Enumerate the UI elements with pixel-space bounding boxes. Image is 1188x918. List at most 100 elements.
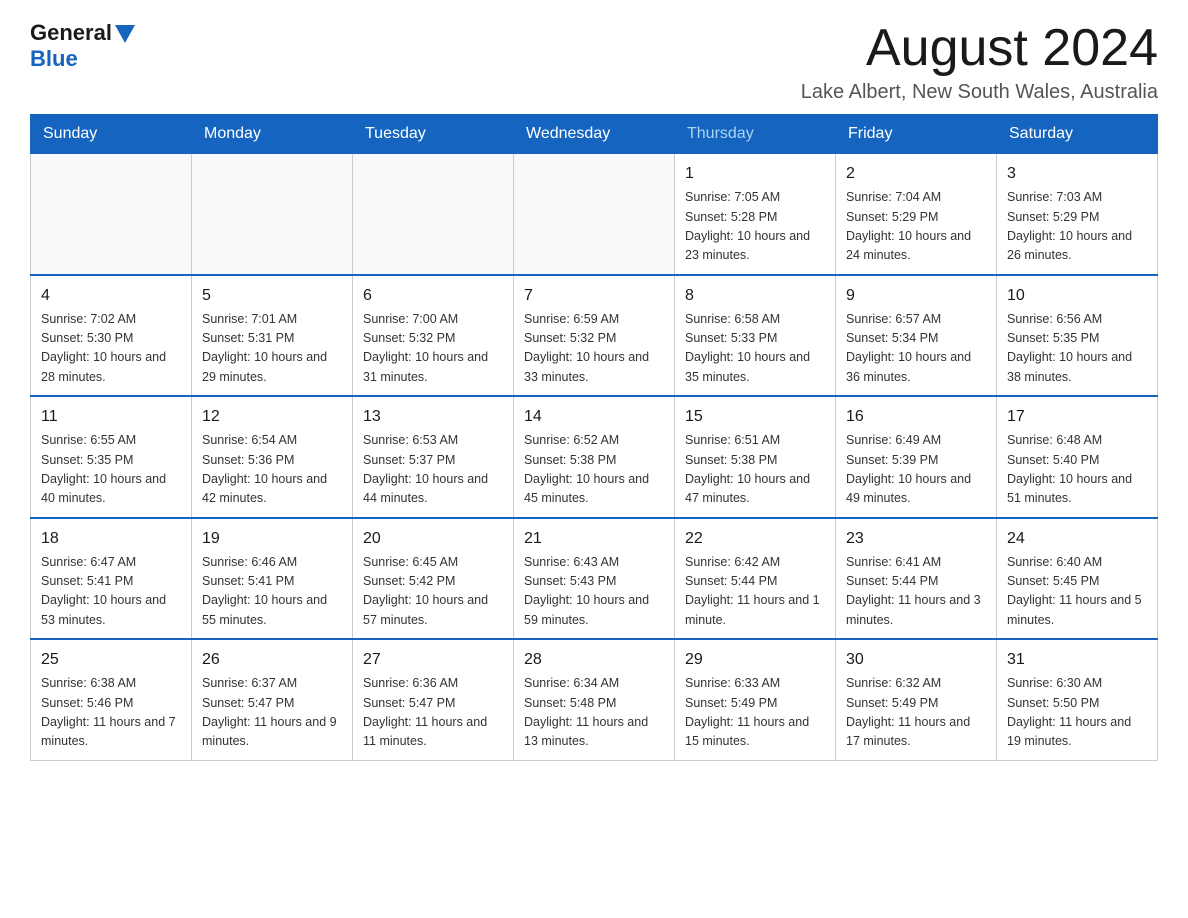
- calendar-table: SundayMondayTuesdayWednesdayThursdayFrid…: [30, 114, 1158, 761]
- calendar-cell: 13Sunrise: 6:53 AM Sunset: 5:37 PM Dayli…: [353, 396, 514, 518]
- day-number: 13: [363, 405, 503, 429]
- weekday-header-tuesday: Tuesday: [353, 115, 514, 154]
- calendar-cell: 26Sunrise: 6:37 AM Sunset: 5:47 PM Dayli…: [192, 639, 353, 760]
- day-number: 24: [1007, 527, 1147, 551]
- calendar-cell: 20Sunrise: 6:45 AM Sunset: 5:42 PM Dayli…: [353, 518, 514, 640]
- day-number: 6: [363, 284, 503, 308]
- calendar-cell: 12Sunrise: 6:54 AM Sunset: 5:36 PM Dayli…: [192, 396, 353, 518]
- day-number: 8: [685, 284, 825, 308]
- calendar-week-3: 11Sunrise: 6:55 AM Sunset: 5:35 PM Dayli…: [31, 396, 1158, 518]
- calendar-cell: 6Sunrise: 7:00 AM Sunset: 5:32 PM Daylig…: [353, 275, 514, 397]
- day-info: Sunrise: 6:53 AM Sunset: 5:37 PM Dayligh…: [363, 431, 503, 509]
- calendar-cell: 9Sunrise: 6:57 AM Sunset: 5:34 PM Daylig…: [836, 275, 997, 397]
- day-number: 26: [202, 648, 342, 672]
- day-info: Sunrise: 6:56 AM Sunset: 5:35 PM Dayligh…: [1007, 310, 1147, 388]
- day-number: 3: [1007, 162, 1147, 186]
- day-info: Sunrise: 7:02 AM Sunset: 5:30 PM Dayligh…: [41, 310, 181, 388]
- weekday-header-row: SundayMondayTuesdayWednesdayThursdayFrid…: [31, 115, 1158, 154]
- day-info: Sunrise: 6:51 AM Sunset: 5:38 PM Dayligh…: [685, 431, 825, 509]
- month-year-title: August 2024: [801, 20, 1158, 77]
- day-number: 20: [363, 527, 503, 551]
- calendar-cell: 19Sunrise: 6:46 AM Sunset: 5:41 PM Dayli…: [192, 518, 353, 640]
- day-info: Sunrise: 6:36 AM Sunset: 5:47 PM Dayligh…: [363, 674, 503, 752]
- calendar-cell: [514, 154, 675, 275]
- day-info: Sunrise: 6:55 AM Sunset: 5:35 PM Dayligh…: [41, 431, 181, 509]
- day-info: Sunrise: 6:43 AM Sunset: 5:43 PM Dayligh…: [524, 553, 664, 631]
- day-info: Sunrise: 7:04 AM Sunset: 5:29 PM Dayligh…: [846, 188, 986, 266]
- location-subtitle: Lake Albert, New South Wales, Australia: [801, 81, 1158, 104]
- day-info: Sunrise: 6:41 AM Sunset: 5:44 PM Dayligh…: [846, 553, 986, 631]
- logo-blue-word: Blue: [30, 46, 78, 72]
- title-section: August 2024 Lake Albert, New South Wales…: [801, 20, 1158, 104]
- day-number: 25: [41, 648, 181, 672]
- calendar-cell: 17Sunrise: 6:48 AM Sunset: 5:40 PM Dayli…: [997, 396, 1158, 518]
- calendar-cell: 16Sunrise: 6:49 AM Sunset: 5:39 PM Dayli…: [836, 396, 997, 518]
- day-number: 10: [1007, 284, 1147, 308]
- day-number: 5: [202, 284, 342, 308]
- day-info: Sunrise: 6:46 AM Sunset: 5:41 PM Dayligh…: [202, 553, 342, 631]
- day-number: 12: [202, 405, 342, 429]
- logo: General Blue: [30, 20, 135, 72]
- calendar-cell: 23Sunrise: 6:41 AM Sunset: 5:44 PM Dayli…: [836, 518, 997, 640]
- calendar-cell: 31Sunrise: 6:30 AM Sunset: 5:50 PM Dayli…: [997, 639, 1158, 760]
- calendar-cell: [31, 154, 192, 275]
- day-info: Sunrise: 6:59 AM Sunset: 5:32 PM Dayligh…: [524, 310, 664, 388]
- day-number: 29: [685, 648, 825, 672]
- calendar-cell: 10Sunrise: 6:56 AM Sunset: 5:35 PM Dayli…: [997, 275, 1158, 397]
- calendar-cell: 15Sunrise: 6:51 AM Sunset: 5:38 PM Dayli…: [675, 396, 836, 518]
- weekday-header-wednesday: Wednesday: [514, 115, 675, 154]
- calendar-cell: 1Sunrise: 7:05 AM Sunset: 5:28 PM Daylig…: [675, 154, 836, 275]
- calendar-cell: 8Sunrise: 6:58 AM Sunset: 5:33 PM Daylig…: [675, 275, 836, 397]
- day-number: 16: [846, 405, 986, 429]
- day-info: Sunrise: 6:45 AM Sunset: 5:42 PM Dayligh…: [363, 553, 503, 631]
- day-info: Sunrise: 6:42 AM Sunset: 5:44 PM Dayligh…: [685, 553, 825, 631]
- day-info: Sunrise: 6:40 AM Sunset: 5:45 PM Dayligh…: [1007, 553, 1147, 631]
- calendar-cell: [192, 154, 353, 275]
- calendar-cell: 3Sunrise: 7:03 AM Sunset: 5:29 PM Daylig…: [997, 154, 1158, 275]
- day-number: 23: [846, 527, 986, 551]
- day-info: Sunrise: 6:58 AM Sunset: 5:33 PM Dayligh…: [685, 310, 825, 388]
- day-info: Sunrise: 6:49 AM Sunset: 5:39 PM Dayligh…: [846, 431, 986, 509]
- calendar-cell: 14Sunrise: 6:52 AM Sunset: 5:38 PM Dayli…: [514, 396, 675, 518]
- day-info: Sunrise: 7:03 AM Sunset: 5:29 PM Dayligh…: [1007, 188, 1147, 266]
- day-info: Sunrise: 6:38 AM Sunset: 5:46 PM Dayligh…: [41, 674, 181, 752]
- day-number: 9: [846, 284, 986, 308]
- calendar-cell: 27Sunrise: 6:36 AM Sunset: 5:47 PM Dayli…: [353, 639, 514, 760]
- day-number: 17: [1007, 405, 1147, 429]
- calendar-cell: 25Sunrise: 6:38 AM Sunset: 5:46 PM Dayli…: [31, 639, 192, 760]
- logo-general-text: General: [30, 20, 135, 46]
- day-info: Sunrise: 6:54 AM Sunset: 5:36 PM Dayligh…: [202, 431, 342, 509]
- page-header: General Blue August 2024 Lake Albert, Ne…: [30, 20, 1158, 104]
- calendar-cell: 2Sunrise: 7:04 AM Sunset: 5:29 PM Daylig…: [836, 154, 997, 275]
- calendar-cell: 5Sunrise: 7:01 AM Sunset: 5:31 PM Daylig…: [192, 275, 353, 397]
- day-info: Sunrise: 6:34 AM Sunset: 5:48 PM Dayligh…: [524, 674, 664, 752]
- day-number: 31: [1007, 648, 1147, 672]
- day-number: 2: [846, 162, 986, 186]
- day-info: Sunrise: 7:01 AM Sunset: 5:31 PM Dayligh…: [202, 310, 342, 388]
- day-info: Sunrise: 7:05 AM Sunset: 5:28 PM Dayligh…: [685, 188, 825, 266]
- day-number: 27: [363, 648, 503, 672]
- day-info: Sunrise: 6:48 AM Sunset: 5:40 PM Dayligh…: [1007, 431, 1147, 509]
- day-number: 18: [41, 527, 181, 551]
- day-number: 15: [685, 405, 825, 429]
- day-number: 22: [685, 527, 825, 551]
- day-info: Sunrise: 6:30 AM Sunset: 5:50 PM Dayligh…: [1007, 674, 1147, 752]
- calendar-cell: 18Sunrise: 6:47 AM Sunset: 5:41 PM Dayli…: [31, 518, 192, 640]
- calendar-cell: 29Sunrise: 6:33 AM Sunset: 5:49 PM Dayli…: [675, 639, 836, 760]
- calendar-cell: 28Sunrise: 6:34 AM Sunset: 5:48 PM Dayli…: [514, 639, 675, 760]
- calendar-week-2: 4Sunrise: 7:02 AM Sunset: 5:30 PM Daylig…: [31, 275, 1158, 397]
- logo-general-word: General: [30, 20, 112, 46]
- day-info: Sunrise: 6:47 AM Sunset: 5:41 PM Dayligh…: [41, 553, 181, 631]
- day-number: 30: [846, 648, 986, 672]
- weekday-header-thursday: Thursday: [675, 115, 836, 154]
- day-info: Sunrise: 6:32 AM Sunset: 5:49 PM Dayligh…: [846, 674, 986, 752]
- calendar-cell: 24Sunrise: 6:40 AM Sunset: 5:45 PM Dayli…: [997, 518, 1158, 640]
- day-number: 19: [202, 527, 342, 551]
- logo-triangle-icon: [115, 25, 135, 43]
- day-number: 14: [524, 405, 664, 429]
- weekday-header-sunday: Sunday: [31, 115, 192, 154]
- calendar-week-5: 25Sunrise: 6:38 AM Sunset: 5:46 PM Dayli…: [31, 639, 1158, 760]
- day-info: Sunrise: 6:57 AM Sunset: 5:34 PM Dayligh…: [846, 310, 986, 388]
- weekday-header-monday: Monday: [192, 115, 353, 154]
- weekday-header-friday: Friday: [836, 115, 997, 154]
